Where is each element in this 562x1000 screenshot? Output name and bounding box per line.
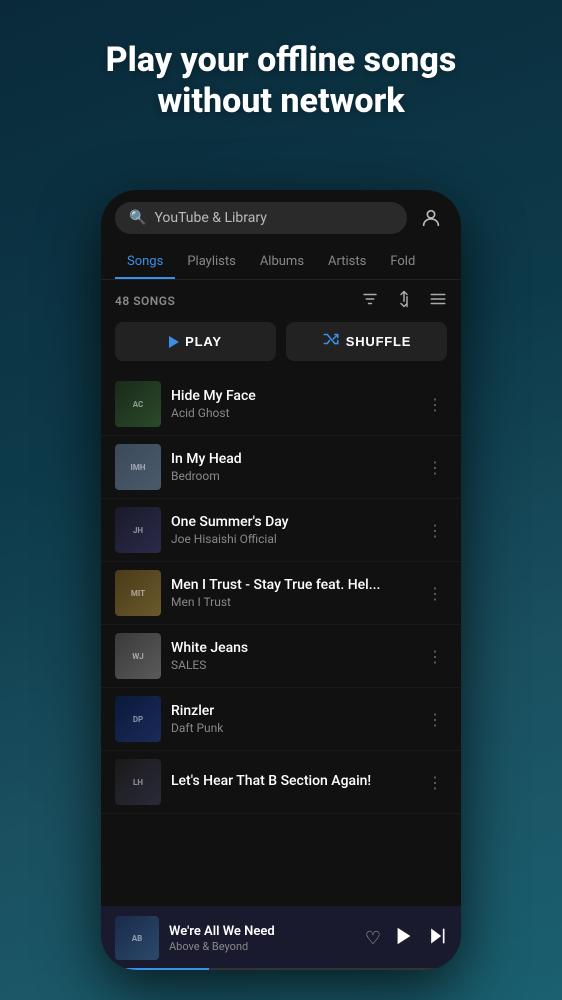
songs-toolbar: 48 SONGS	[101, 280, 461, 322]
art-label: JH	[115, 507, 161, 553]
album-art-menitrust: MIT	[115, 570, 161, 616]
mini-player-controls: ♡	[365, 925, 447, 952]
list-item[interactable]: DP Rinzler Daft Punk ⋮	[101, 688, 461, 751]
art-label: MIT	[115, 570, 161, 616]
song-title: Let's Hear That B Section Again!	[171, 773, 413, 789]
song-info: One Summer's Day Joe Hisaishi Official	[171, 514, 413, 546]
search-icon: 🔍	[129, 210, 146, 226]
song-artist: SALES	[171, 658, 413, 672]
song-info: In My Head Bedroom	[171, 451, 413, 483]
search-input-wrap[interactable]: 🔍 YouTube & Library	[115, 202, 407, 234]
tab-playlists[interactable]: Playlists	[175, 246, 247, 279]
action-buttons: PLAY SHUFFLE	[101, 322, 461, 373]
phone-screen: 🔍 YouTube & Library Songs Playlists Albu…	[101, 190, 461, 970]
list-icon[interactable]	[429, 290, 447, 312]
album-art-inmyhead: IMH	[115, 444, 161, 490]
more-icon[interactable]: ⋮	[423, 706, 447, 733]
mini-player-artist: Above & Beyond	[169, 940, 355, 953]
song-info: Men I Trust - Stay True feat. Hel... Men…	[171, 577, 413, 609]
next-track-icon[interactable]	[427, 926, 447, 951]
art-label: LH	[115, 759, 161, 805]
song-list: AC Hide My Face Acid Ghost ⋮ IMH In My H…	[101, 373, 461, 970]
song-info: Rinzler Daft Punk	[171, 703, 413, 735]
list-item[interactable]: MIT Men I Trust - Stay True feat. Hel...…	[101, 562, 461, 625]
mini-player-art: AB	[115, 916, 159, 960]
song-title: One Summer's Day	[171, 514, 413, 530]
song-title: White Jeans	[171, 640, 413, 656]
phone-mockup: 🔍 YouTube & Library Songs Playlists Albu…	[101, 190, 461, 970]
search-bar: 🔍 YouTube & Library	[101, 190, 461, 242]
mini-player[interactable]: AB We're All We Need Above & Beyond ♡	[101, 906, 461, 970]
more-icon[interactable]: ⋮	[423, 643, 447, 670]
song-artist: Joe Hisaishi Official	[171, 532, 413, 546]
more-icon[interactable]: ⋮	[423, 580, 447, 607]
art-label: AB	[115, 916, 159, 960]
shuffle-icon	[322, 332, 340, 351]
song-info: Hide My Face Acid Ghost	[171, 388, 413, 420]
song-artist: Bedroom	[171, 469, 413, 483]
album-art-letshear: LH	[115, 759, 161, 805]
progress-bar	[101, 968, 461, 970]
mini-player-info: We're All We Need Above & Beyond	[169, 924, 355, 953]
shuffle-label: SHUFFLE	[346, 334, 412, 349]
tab-artists[interactable]: Artists	[316, 246, 378, 279]
song-title: Men I Trust - Stay True feat. Hel...	[171, 577, 413, 593]
song-artist: Daft Punk	[171, 721, 413, 735]
song-title: Hide My Face	[171, 388, 413, 404]
play-label: PLAY	[185, 334, 222, 349]
heart-icon[interactable]: ♡	[365, 928, 381, 949]
art-label: AC	[115, 381, 161, 427]
list-item[interactable]: LH Let's Hear That B Section Again! ⋮	[101, 751, 461, 814]
art-label: IMH	[115, 444, 161, 490]
album-art-summerday: JH	[115, 507, 161, 553]
filter-icon[interactable]	[361, 290, 379, 312]
song-info: White Jeans SALES	[171, 640, 413, 672]
album-art-whitejeans: WJ	[115, 633, 161, 679]
list-item[interactable]: AC Hide My Face Acid Ghost ⋮	[101, 373, 461, 436]
list-item[interactable]: IMH In My Head Bedroom ⋮	[101, 436, 461, 499]
sort-icon[interactable]	[395, 290, 413, 312]
art-label: WJ	[115, 633, 161, 679]
toolbar-icons	[361, 290, 447, 312]
song-title: In My Head	[171, 451, 413, 467]
tab-fold[interactable]: Fold	[378, 246, 427, 279]
songs-count: 48 SONGS	[115, 294, 175, 308]
song-info: Let's Hear That B Section Again!	[171, 773, 413, 791]
profile-icon[interactable]	[415, 202, 447, 234]
mini-play-button[interactable]	[393, 925, 415, 952]
more-icon[interactable]: ⋮	[423, 517, 447, 544]
album-art-acidghost: AC	[115, 381, 161, 427]
song-title: Rinzler	[171, 703, 413, 719]
shuffle-button[interactable]: SHUFFLE	[286, 322, 447, 361]
play-triangle-icon	[169, 336, 179, 348]
tab-songs[interactable]: Songs	[115, 246, 175, 279]
tab-albums[interactable]: Albums	[248, 246, 316, 279]
album-art-rinzler: DP	[115, 696, 161, 742]
more-icon[interactable]: ⋮	[423, 454, 447, 481]
play-button[interactable]: PLAY	[115, 322, 276, 361]
search-placeholder: YouTube & Library	[154, 210, 266, 226]
more-icon[interactable]: ⋮	[423, 391, 447, 418]
tabs-row: Songs Playlists Albums Artists Fold	[101, 242, 461, 280]
art-label: DP	[115, 696, 161, 742]
song-artist: Acid Ghost	[171, 406, 413, 420]
mini-player-title: We're All We Need	[169, 924, 355, 939]
song-artist: Men I Trust	[171, 595, 413, 609]
list-item[interactable]: JH One Summer's Day Joe Hisaishi Officia…	[101, 499, 461, 562]
more-icon[interactable]: ⋮	[423, 769, 447, 796]
progress-fill	[101, 968, 209, 970]
list-item[interactable]: WJ White Jeans SALES ⋮	[101, 625, 461, 688]
